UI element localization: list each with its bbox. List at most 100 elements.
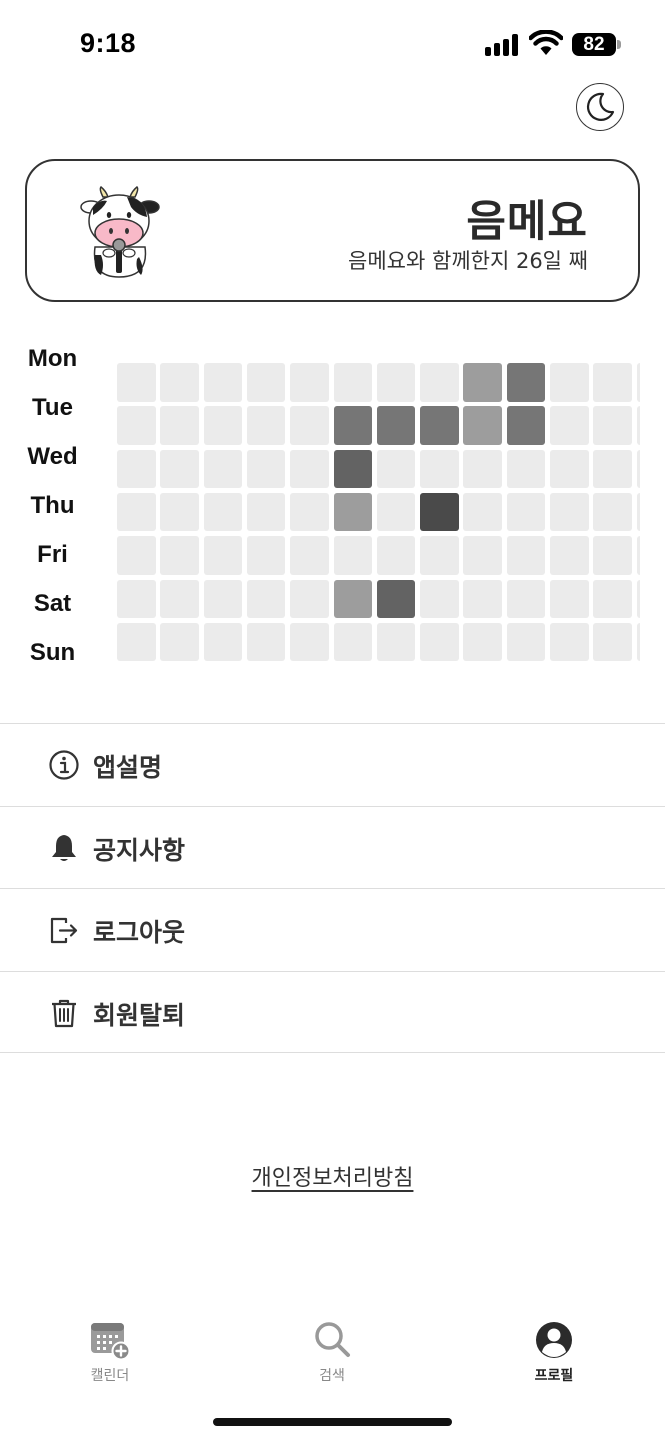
- heatmap-cell: [290, 492, 329, 532]
- heatmap-cell: [463, 536, 502, 575]
- menu-item-label: 로그아웃: [93, 918, 186, 947]
- theme-toggle-button[interactable]: [576, 83, 624, 131]
- heatmap-cell: [246, 536, 286, 575]
- heatmap-cell: [550, 579, 589, 618]
- heatmap-cell: [203, 622, 243, 662]
- heatmap-cell: [246, 622, 286, 662]
- heatmap-cell: [246, 492, 286, 532]
- day-label-tue: Tue: [32, 394, 73, 421]
- heatmap-cell: [550, 363, 589, 402]
- heatmap-cell: [333, 622, 372, 662]
- heatmap-cell: [203, 492, 243, 532]
- activity-heatmap: Mon Tue Wed Thu Fri Sat Sun: [0, 340, 665, 680]
- heatmap-cell: [203, 579, 243, 618]
- status-time: 9:18: [80, 28, 137, 58]
- calendar-add-icon: [91, 1323, 130, 1360]
- heatmap-cell: [203, 363, 243, 402]
- heatmap-cell: [376, 492, 416, 532]
- heatmap-cell: [420, 363, 459, 402]
- heatmap-grid: [117, 363, 640, 683]
- heatmap-cell: [376, 363, 416, 402]
- heatmap-cell: [593, 579, 632, 618]
- heatmap-cell: [463, 449, 502, 489]
- heatmap-cell: [636, 449, 640, 489]
- heatmap-cell: [506, 536, 546, 575]
- cow-avatar-icon: [80, 185, 160, 278]
- heatmap-cell: [246, 449, 286, 489]
- privacy-policy-link[interactable]: 개인정보처리방침: [0, 1160, 665, 1192]
- heatmap-cell: [376, 449, 416, 489]
- trash-icon: [52, 999, 76, 1027]
- heatmap-cell: [420, 406, 459, 445]
- day-label-mon: Mon: [27, 345, 78, 372]
- menu-item-withdraw[interactable]: 회원탈퇴: [0, 970, 665, 1053]
- heatmap-cell: [420, 492, 459, 532]
- heatmap-cell: [550, 406, 589, 445]
- bell-icon: [52, 834, 76, 861]
- heatmap-cell: [420, 536, 459, 575]
- heatmap-cell: [463, 622, 502, 662]
- profile-icon: [536, 1322, 572, 1358]
- heatmap-cell: [333, 579, 372, 618]
- heatmap-cell: [506, 579, 546, 618]
- day-label-thu: Thu: [30, 492, 75, 519]
- heatmap-cell: [160, 363, 199, 402]
- heatmap-cell: [246, 406, 286, 445]
- heatmap-cell: [593, 536, 632, 575]
- heatmap-cell: [160, 406, 199, 445]
- heatmap-cell: [333, 492, 372, 532]
- heatmap-cell: [463, 579, 502, 618]
- heatmap-cell: [463, 492, 502, 532]
- heatmap-cell: [290, 406, 329, 445]
- heatmap-cell: [636, 622, 640, 662]
- status-bar: 9:18 82: [0, 0, 665, 88]
- heatmap-cell: [246, 363, 286, 402]
- day-label-sun: Sun: [29, 639, 76, 666]
- heatmap-cell: [160, 536, 199, 575]
- heatmap-cell: [117, 536, 156, 575]
- tab-search[interactable]: 검색: [272, 1315, 392, 1390]
- heatmap-cell: [117, 449, 156, 489]
- heatmap-cell: [160, 622, 199, 662]
- heatmap-cell: [550, 449, 589, 489]
- heatmap-cell: [593, 406, 632, 445]
- menu-item-notices[interactable]: 공지사항: [0, 805, 665, 889]
- moon-icon: [586, 92, 615, 121]
- battery-cap: [617, 40, 621, 49]
- profile-name: 음메요: [466, 197, 588, 247]
- menu-item-label: 회원탈퇴: [93, 1000, 186, 1030]
- heatmap-cell: [376, 579, 416, 618]
- tab-bar: 캘린더 검색 프로필: [0, 1315, 665, 1395]
- tab-label: 검색: [319, 1368, 345, 1384]
- menu-item-app-description[interactable]: 앱설명: [0, 723, 665, 806]
- heatmap-cell: [636, 363, 640, 402]
- tab-calendar[interactable]: 캘린더: [50, 1315, 170, 1390]
- heatmap-cell: [117, 622, 156, 662]
- heatmap-cell: [203, 449, 243, 489]
- search-icon: [315, 1322, 350, 1357]
- tab-profile[interactable]: 프로필: [494, 1315, 614, 1390]
- heatmap-cell: [290, 579, 329, 618]
- heatmap-cell: [506, 406, 546, 445]
- heatmap-cell: [117, 579, 156, 618]
- heatmap-cell: [290, 622, 329, 662]
- profile-subtitle: 음메요와 함께한지 26일 째: [348, 249, 588, 273]
- day-label-sat: Sat: [33, 590, 72, 617]
- signal-icon: [485, 34, 521, 56]
- heatmap-cell: [333, 363, 372, 402]
- heatmap-cell: [333, 406, 372, 445]
- heatmap-cell: [550, 492, 589, 532]
- heatmap-cell: [376, 622, 416, 662]
- heatmap-cell: [290, 449, 329, 489]
- heatmap-cell: [203, 536, 243, 575]
- menu-item-logout[interactable]: 로그아웃: [0, 888, 665, 971]
- day-label-fri: Fri: [37, 541, 68, 568]
- logout-icon: [50, 917, 78, 944]
- battery-icon: 82: [572, 33, 616, 56]
- heatmap-cell: [333, 449, 372, 489]
- profile-card: 음메요 음메요와 함께한지 26일 째: [25, 159, 640, 302]
- heatmap-cell: [506, 449, 546, 489]
- heatmap-cell: [420, 622, 459, 662]
- heatmap-cell: [636, 579, 640, 618]
- heatmap-cell: [593, 622, 632, 662]
